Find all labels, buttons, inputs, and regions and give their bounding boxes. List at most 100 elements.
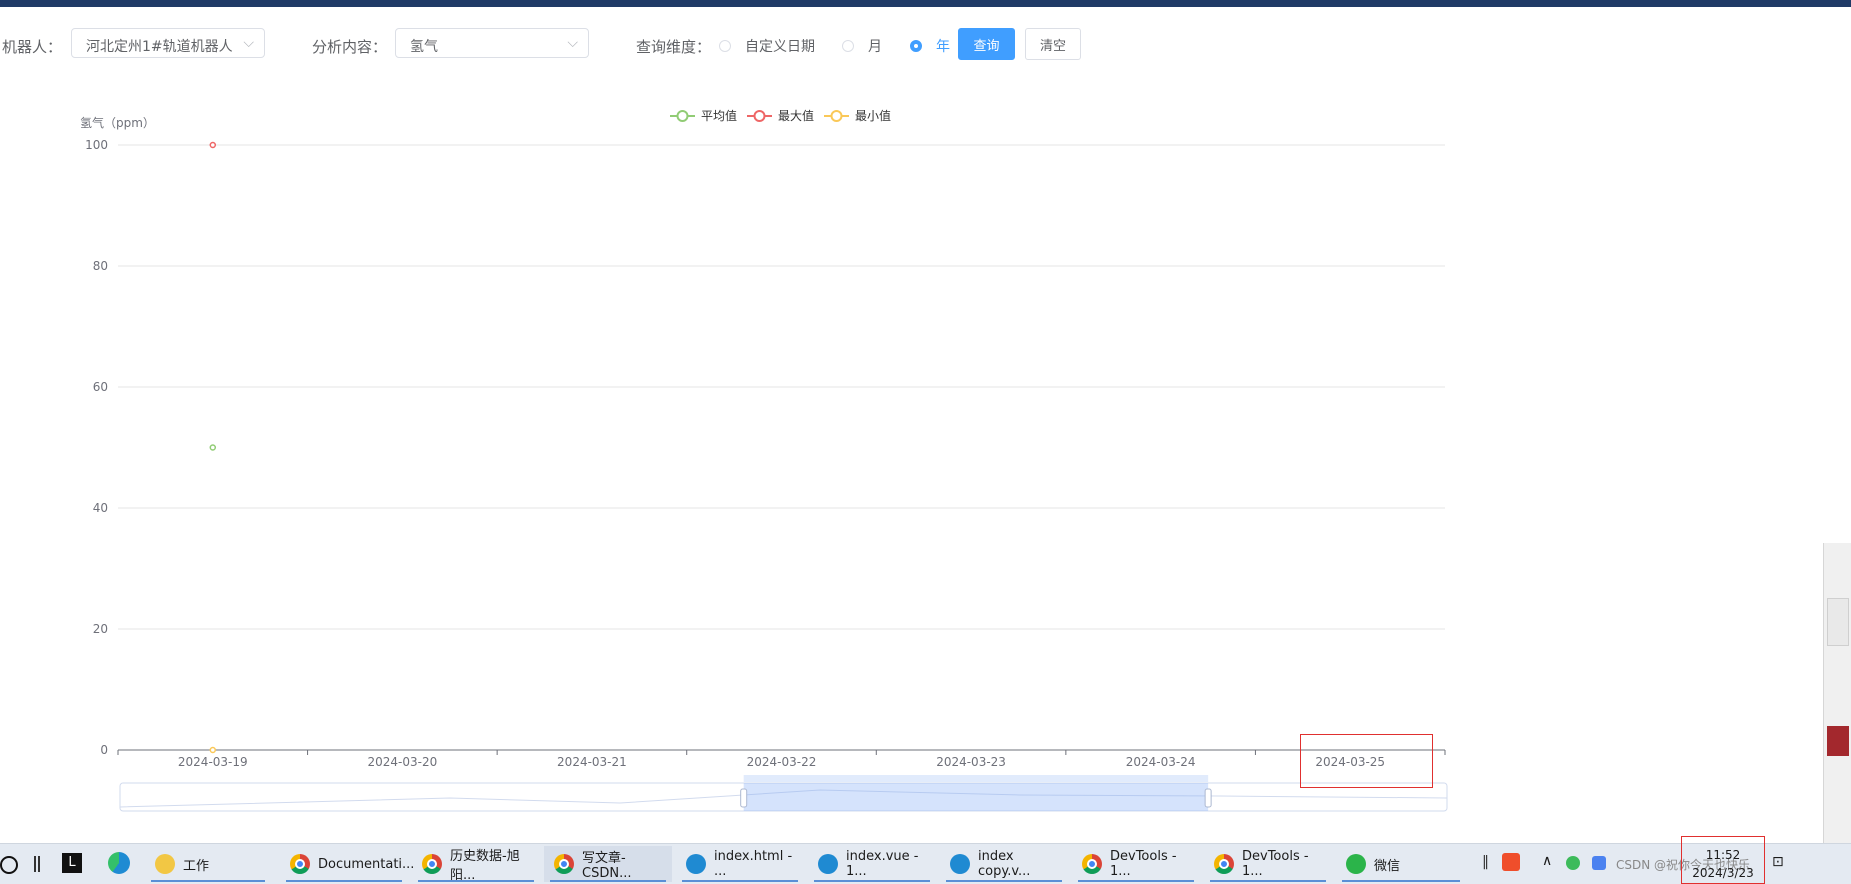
dimension-label: 查询维度：: [636, 38, 712, 56]
annotation-box: [1300, 734, 1433, 788]
x-tick-label: 2024-03-21: [557, 755, 627, 769]
side-panel-edge[interactable]: [1823, 543, 1851, 843]
notification-icon[interactable]: ⊡: [1772, 854, 1784, 870]
taskbar-item-label: index.vue - 1...: [846, 849, 919, 879]
taskbar-item-label: DevTools - 1...: [1242, 849, 1309, 879]
data-point: [209, 444, 217, 451]
running-indicator: [682, 880, 798, 882]
taskbar-item[interactable]: DevTools - 1...: [1204, 846, 1332, 882]
taskbar-item[interactable]: Documentati...: [280, 846, 414, 882]
robot-label: 机器人：: [2, 38, 63, 56]
x-tick-label: 2024-03-22: [747, 755, 817, 769]
y-tick-label: 80: [93, 259, 108, 273]
radio-label: 自定义日期: [745, 39, 815, 55]
clear-button[interactable]: 清空: [1025, 28, 1081, 60]
chrome-icon: [290, 854, 310, 874]
robot-select[interactable]: 河北定州1#轨道机器人 ⌵: [71, 28, 265, 58]
folder-icon: [155, 854, 175, 874]
taskbar-item[interactable]: DevTools - 1...: [1072, 846, 1200, 882]
legend-marker-icon: [830, 110, 843, 122]
radio-year[interactable]: 年: [910, 36, 950, 56]
running-indicator: [1342, 880, 1460, 882]
csdn-tray-icon[interactable]: [1502, 853, 1520, 871]
y-axis-title: 氢气（ppm）: [80, 115, 155, 130]
datazoom-start-handle: [740, 788, 748, 808]
chevron-down-icon: ⌵: [243, 35, 254, 51]
running-indicator: [1078, 880, 1194, 882]
filter-bar: 机器人： 河北定州1#轨道机器人 ⌵ 分析内容： 氢气 ⌵ 查询维度： 自定义日…: [0, 28, 1300, 60]
app-l-icon[interactable]: L: [62, 853, 82, 873]
taskbar-item-label: 写文章-CSDN...: [582, 851, 632, 881]
running-indicator: [151, 880, 265, 882]
chevron-up-icon[interactable]: ∧: [1542, 853, 1552, 869]
radio-circle-icon: [719, 40, 731, 52]
app-tray-icon[interactable]: [1592, 856, 1606, 870]
y-tick-label: 0: [100, 743, 108, 757]
running-indicator: [286, 880, 402, 882]
side-panel-marker[interactable]: [1827, 726, 1849, 756]
x-tick-label: 2024-03-20: [367, 755, 437, 769]
taskbar-item[interactable]: index.html - ...: [676, 846, 804, 882]
taskbar-item-label: 工作: [183, 858, 210, 874]
taskbar-item[interactable]: index copy.v...: [940, 846, 1068, 882]
radio-custom-date[interactable]: 自定义日期: [719, 36, 815, 56]
chrome-icon: [422, 854, 442, 874]
wechat-icon: [1346, 854, 1366, 874]
radio-month[interactable]: 月: [842, 36, 882, 56]
taskbar-item-label: index.html - ...: [714, 849, 793, 879]
taskbar-item[interactable]: 微信: [1336, 846, 1466, 882]
running-indicator: [814, 880, 930, 882]
taskbar-item-label: DevTools - 1...: [1110, 849, 1177, 879]
taskbar-item-label: index copy.v...: [978, 849, 1031, 879]
top-nav-strip: [0, 0, 1851, 7]
search-icon[interactable]: [0, 856, 18, 874]
chevron-down-icon: ⌵: [567, 35, 578, 51]
running-indicator: [550, 880, 666, 882]
vscode-icon: [818, 854, 838, 874]
taskbar-item[interactable]: 工作: [145, 846, 271, 882]
taskbar-item-label: Documentati...: [318, 856, 415, 872]
radio-label: 月: [868, 39, 882, 55]
data-point: [209, 746, 217, 754]
taskbar-item[interactable]: 历史数据-旭阳...: [412, 846, 540, 883]
chrome-icon: [554, 854, 574, 874]
radio-checked-icon: [910, 40, 922, 52]
datazoom-end-handle: [1204, 788, 1212, 808]
side-panel-button[interactable]: [1827, 598, 1849, 646]
datazoom-window: [743, 783, 1209, 811]
y-tick-label: 100: [85, 138, 108, 152]
analysis-select-value: 氢气: [410, 39, 438, 55]
analysis-select[interactable]: 氢气 ⌵: [395, 28, 589, 58]
chrome-icon: [1214, 854, 1234, 874]
edge-icon[interactable]: [108, 852, 130, 874]
radio-label: 年: [936, 39, 950, 55]
wechat-tray-icon[interactable]: [1566, 856, 1580, 870]
running-indicator: [418, 880, 534, 882]
legend-label: 最小值: [855, 108, 891, 123]
data-point: [209, 141, 217, 149]
taskbar: L 工作 Documentati... 历史数据-旭阳... 写文章-CSDN... i…: [0, 836, 1851, 884]
y-tick-label: 20: [93, 622, 108, 636]
x-tick-label: 2024-03-24: [1126, 755, 1196, 769]
running-indicator: [1210, 880, 1326, 882]
legend-label: 最大值: [778, 108, 814, 123]
x-tick-label: 2024-03-19: [178, 755, 248, 769]
vscode-icon: [686, 854, 706, 874]
divider-icon: [34, 856, 36, 872]
radio-circle-icon: [842, 40, 854, 52]
taskbar-item[interactable]: index.vue - 1...: [808, 846, 936, 882]
legend-label: 平均值: [701, 108, 737, 123]
y-tick-label: 40: [93, 501, 108, 515]
taskbar-item-label: 历史数据-旭阳...: [450, 849, 520, 883]
legend-marker-icon: [676, 110, 689, 122]
datazoom-move-handle: [743, 775, 1209, 782]
running-indicator: [946, 880, 1062, 882]
hydrogen-chart: 氢气（ppm） 0 20 40 60 80 100 2024-03-19 2024-03-20 2…: [80, 108, 1448, 812]
query-button[interactable]: 查询: [958, 28, 1015, 60]
vscode-icon: [950, 854, 970, 874]
robot-select-value: 河北定州1#轨道机器人: [86, 39, 233, 55]
tray-divider-icon: ‖: [1482, 854, 1489, 870]
taskbar-item[interactable]: 写文章-CSDN...: [544, 846, 672, 882]
y-tick-label: 60: [93, 380, 108, 394]
analysis-label: 分析内容：: [312, 38, 388, 56]
